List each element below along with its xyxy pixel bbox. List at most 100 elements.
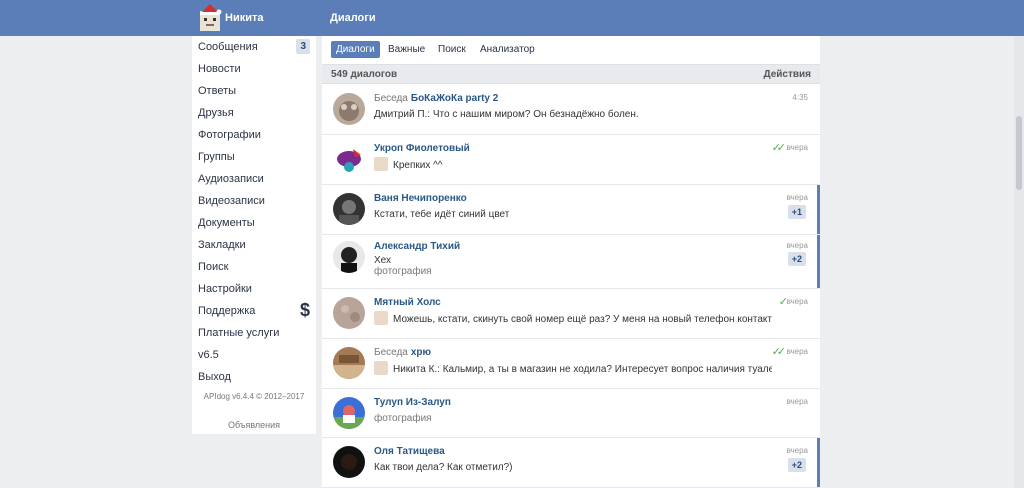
sidebar-item-logout[interactable]: Выход	[192, 366, 316, 388]
tab-search[interactable]: Поиск	[433, 41, 471, 58]
message-text: Никита К.: Кальмир, а ты в магазин не хо…	[393, 364, 772, 375]
actions-menu[interactable]: Действия	[763, 69, 811, 80]
dialog-time: вчера	[786, 347, 808, 356]
sidebar-item-label: Поиск	[198, 261, 229, 273]
read-check-icon: ✓	[778, 296, 788, 308]
dialog-time: вчера	[786, 446, 808, 455]
sidebar-item-label: Фотографии	[198, 129, 261, 141]
dialogs-panel: Диалоги Важные Поиск Анализатор 549 диал…	[322, 36, 820, 488]
sidebar-item-video[interactable]: Видеозаписи	[192, 190, 316, 212]
sidebar-item-audio[interactable]: Аудиозаписи	[192, 168, 316, 190]
message-text: Крепких ^^	[393, 160, 443, 171]
dialog-last-message: Никита К.: Кальмир, а ты в магазин не хо…	[374, 361, 772, 375]
sidebar-item-version[interactable]: v6.5	[192, 344, 316, 366]
scrollbar-thumb[interactable]	[1016, 116, 1022, 190]
sidebar-item-settings[interactable]: Настройки	[192, 278, 316, 300]
sidebar: Сообщения 3 Новости Ответы Друзья Фотогр…	[192, 36, 316, 434]
sidebar-item-groups[interactable]: Группы	[192, 146, 316, 168]
dialog-title: Александр Тихий	[374, 241, 460, 252]
dialog-chat-prefix: Беседа	[374, 93, 408, 104]
sidebar-item-label: Настройки	[198, 283, 252, 295]
dialog-last-message: Как твои дела? Как отметил?)	[374, 462, 513, 473]
tab-dialogs[interactable]: Диалоги	[331, 41, 380, 58]
dialog-last-message: Можешь, кстати, скинуть свой номер ещё р…	[374, 311, 772, 325]
tab-important[interactable]: Важные	[383, 41, 430, 58]
unread-marker	[817, 235, 820, 288]
unread-marker	[817, 185, 820, 234]
sidebar-item-friends[interactable]: Друзья	[192, 102, 316, 124]
sidebar-item-support[interactable]: Поддержка $	[192, 300, 316, 322]
dialog-last-message: Дмитрий П.: Что с нашим миром? Он безнад…	[374, 109, 639, 120]
sidebar-item-paid-services[interactable]: Платные услуги	[192, 322, 316, 344]
sidebar-item-label: Видеозаписи	[198, 195, 265, 207]
dialog-item[interactable]: Ваня Нечипоренко Кстати, тебе идёт синий…	[322, 185, 820, 235]
unread-badge: +2	[787, 252, 806, 266]
avatar	[333, 446, 365, 478]
tab-analyzer[interactable]: Анализатор	[475, 41, 540, 58]
dialog-item[interactable]: Александр Тихий Хех фотография вчера +2	[322, 235, 820, 289]
sidebar-item-label: Закладки	[198, 239, 246, 251]
avatar	[333, 193, 365, 225]
dialog-title: Укроп Фиолетовый	[374, 143, 470, 154]
dialog-title: Ваня Нечипоренко	[374, 193, 467, 204]
dialog-item[interactable]: Тулуп Из-Залуп фотография вчера	[322, 389, 820, 438]
dialogs-count: 549 диалогов	[331, 69, 398, 80]
my-avatar-mini	[374, 311, 388, 325]
avatar	[333, 347, 365, 379]
header-username[interactable]: Никита	[225, 12, 263, 24]
page-scrollbar[interactable]	[1014, 36, 1024, 488]
read-check-icon: ✓✓	[771, 346, 787, 358]
sidebar-item-messages[interactable]: Сообщения 3	[192, 36, 316, 58]
dialog-time: вчера	[786, 297, 808, 306]
top-bar: Никита Диалоги	[0, 0, 1024, 36]
sidebar-item-bookmarks[interactable]: Закладки	[192, 234, 316, 256]
avatar	[333, 143, 365, 175]
dialog-item[interactable]: Беседа хрю Никита К.: Кальмир, а ты в маг…	[322, 339, 820, 389]
dialog-title: Беседа хрю	[374, 347, 431, 358]
sidebar-item-label: Группы	[198, 151, 235, 163]
dialog-tabs: Диалоги Важные Поиск Анализатор	[322, 36, 820, 64]
message-text: Можешь, кстати, скинуть свой номер ещё р…	[393, 314, 772, 325]
dialog-last-message: Кстати, тебе идёт синий цвет	[374, 209, 510, 220]
sidebar-item-label: Платные услуги	[198, 327, 280, 339]
unread-marker	[817, 438, 820, 487]
dialog-time: вчера	[786, 397, 808, 406]
sidebar-item-news[interactable]: Новости	[192, 58, 316, 80]
dialog-item[interactable]: Оля Татищева Как твои дела? Как отметил?…	[322, 438, 820, 488]
dialog-item[interactable]: Укроп Фиолетовый Крепких ^^ ✓✓ вчера	[322, 135, 820, 185]
dialog-name: хрю	[410, 347, 432, 358]
dialog-name: Ваня Нечипоренко	[374, 193, 467, 204]
avatar	[333, 93, 365, 125]
sidebar-item-label: Документы	[198, 217, 255, 229]
dialog-attachment: фотография	[374, 266, 432, 277]
sidebar-item-label: Ответы	[198, 85, 237, 97]
sidebar-item-label: Выход	[198, 371, 231, 383]
dialog-title: Оля Татищева	[374, 446, 445, 457]
dialog-name: Мятный Холс	[374, 297, 441, 308]
sidebar-item-label: Друзья	[198, 107, 234, 119]
my-avatar-mini	[374, 157, 388, 171]
dialog-name: Укроп Фиолетовый	[374, 143, 470, 154]
avatar	[333, 297, 365, 329]
copyright-text: APIdog v6.4.4 © 2012–2017	[203, 392, 305, 401]
dialog-title: Беседа БоКаЖоКа party 2	[374, 93, 498, 104]
user-avatar-logo[interactable]	[198, 3, 222, 33]
dialog-title: Мятный Холс	[374, 297, 441, 308]
unread-count-badge: 3	[296, 39, 310, 54]
sidebar-item-photos[interactable]: Фотографии	[192, 124, 316, 146]
my-avatar-mini	[374, 361, 388, 375]
sidebar-item-label: Сообщения	[198, 41, 258, 53]
dialog-time: вчера	[786, 241, 808, 250]
dollar-icon[interactable]: $	[300, 300, 310, 321]
dialog-item[interactable]: Мятный Холс Можешь, кстати, скинуть свой…	[322, 289, 820, 339]
sidebar-item-label: Аудиозаписи	[198, 173, 264, 185]
ads-link[interactable]: Объявления	[192, 420, 316, 430]
dialog-item[interactable]: Беседа БоКаЖоКа party 2 Дмитрий П.: Что с…	[322, 85, 820, 135]
dialog-time: вчера	[786, 143, 808, 152]
sidebar-item-search[interactable]: Поиск	[192, 256, 316, 278]
dialog-last-message: Хех	[374, 255, 392, 266]
unread-badge: +2	[787, 458, 806, 472]
dialog-name: Александр Тихий	[374, 241, 461, 252]
sidebar-item-documents[interactable]: Документы	[192, 212, 316, 234]
sidebar-item-replies[interactable]: Ответы	[192, 80, 316, 102]
